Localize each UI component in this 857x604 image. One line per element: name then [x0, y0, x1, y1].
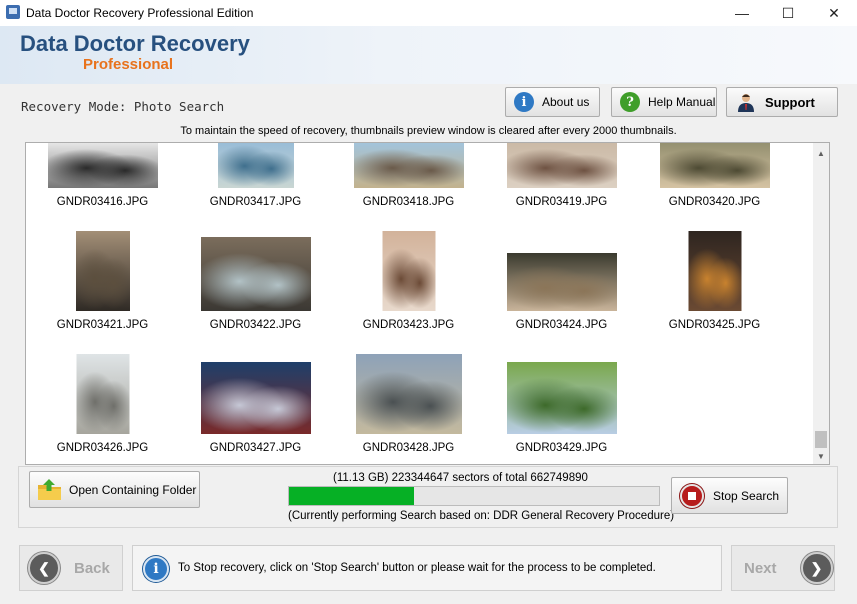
thumbnail-filename: GNDR03418.JPG [362, 196, 455, 208]
close-button[interactable]: ✕ [811, 0, 857, 26]
thumbnail-filename: GNDR03417.JPG [209, 196, 302, 208]
sectors-progress-text: (11.13 GB) 223344647 sectors of total 66… [333, 472, 588, 484]
thumbnail-item[interactable]: GNDR03419.JPG [485, 143, 638, 216]
thumbnail-image[interactable] [506, 253, 617, 311]
thumbnail-item[interactable]: GNDR03425.JPG [638, 219, 791, 339]
thumbnail-filename: GNDR03422.JPG [209, 319, 302, 331]
procedure-text: (Currently performing Search based on: D… [288, 510, 675, 522]
next-arrow-icon: ❯ [800, 552, 833, 584]
open-folder-button[interactable]: Open Containing Folder [29, 471, 200, 508]
thumbnail-filename: GNDR03423.JPG [362, 319, 455, 331]
thumbnail-filename: GNDR03424.JPG [515, 319, 608, 331]
thumbnail-filename: GNDR03420.JPG [668, 196, 761, 208]
thumbnail-image[interactable] [217, 143, 294, 188]
thumbnail-gallery[interactable]: GNDR03416.JPG GNDR03417.JPG GNDR03418.JPG G… [25, 142, 830, 465]
thumbnail-filename: GNDR03425.JPG [668, 319, 761, 331]
brand-title: Data Doctor Recovery [20, 31, 250, 56]
thumbnail-item[interactable]: GNDR03424.JPG [485, 219, 638, 339]
thumbnail-item[interactable]: GNDR03421.JPG [26, 219, 179, 339]
status-message-box: i To Stop recovery, click on 'Stop Searc… [132, 545, 722, 591]
about-us-label: About us [542, 95, 590, 109]
progress-fill [289, 487, 414, 505]
maximize-button[interactable]: ☐ [765, 0, 811, 26]
thumbnail-image[interactable] [382, 231, 435, 311]
support-agent-icon [738, 94, 754, 112]
about-us-button[interactable]: i About us [505, 87, 600, 117]
thumbnail-filename: GNDR03426.JPG [56, 442, 149, 454]
stop-icon [680, 483, 704, 508]
folder-arrow-icon [38, 478, 61, 500]
thumbnail-image[interactable] [353, 143, 464, 188]
thumbnail-item[interactable]: GNDR03423.JPG [332, 219, 485, 339]
thumbnail-item[interactable]: GNDR03429.JPG [485, 342, 638, 462]
support-button[interactable]: Support [726, 87, 838, 117]
thumbnail-item[interactable]: GNDR03426.JPG [26, 342, 179, 462]
thumbnail-image[interactable] [506, 362, 617, 434]
stop-search-button[interactable]: Stop Search [671, 477, 788, 514]
app-icon [6, 5, 20, 19]
thumbnail-image[interactable] [75, 231, 130, 311]
thumbnail-notice: To maintain the speed of recovery, thumb… [180, 125, 677, 137]
thumbnail-item[interactable]: GNDR03428.JPG [332, 342, 485, 462]
window-title: Data Doctor Recovery Professional Editio… [26, 6, 254, 20]
header-banner: Data Doctor Recovery Professional [0, 26, 857, 84]
thumbnail-image[interactable] [659, 143, 770, 188]
thumbnail-filename: GNDR03419.JPG [515, 196, 608, 208]
thumbnail-item[interactable]: GNDR03418.JPG [332, 143, 485, 216]
thumbnail-filename: GNDR03429.JPG [515, 442, 608, 454]
thumbnail-filename: GNDR03421.JPG [56, 319, 149, 331]
gallery-scrollbar[interactable]: ▲ ▼ [813, 143, 829, 464]
open-folder-label: Open Containing Folder [69, 482, 197, 497]
thumbnail-filename: GNDR03416.JPG [56, 196, 149, 208]
help-manual-button[interactable]: ? Help Manual [611, 87, 717, 117]
thumbnail-item[interactable]: GNDR03420.JPG [638, 143, 791, 216]
thumbnail-image[interactable] [355, 354, 462, 434]
recovery-progress-bar [288, 486, 660, 506]
thumbnail-image[interactable] [76, 354, 129, 434]
help-icon: ? [620, 92, 640, 112]
back-arrow-icon: ❮ [28, 552, 60, 584]
back-button[interactable]: ❮ Back [19, 545, 123, 591]
next-label: Next [744, 559, 777, 577]
thumbnail-item[interactable]: GNDR03427.JPG [179, 342, 332, 462]
support-label: Support [765, 94, 815, 110]
title-bar: Data Doctor Recovery Professional Editio… [0, 0, 857, 27]
thumbnail-image[interactable] [200, 237, 311, 311]
thumbnail-filename: GNDR03428.JPG [362, 442, 455, 454]
status-message: To Stop recovery, click on 'Stop Search'… [178, 562, 656, 574]
stop-search-label: Stop Search [713, 488, 780, 503]
thumbnail-image[interactable] [47, 143, 158, 188]
scroll-thumb[interactable] [815, 431, 827, 448]
help-manual-label: Help Manual [648, 95, 716, 109]
info-icon: i [143, 556, 169, 582]
recovery-mode-label: Recovery Mode: Photo Search [21, 99, 225, 114]
brand-subtitle: Professional [83, 56, 174, 73]
thumbnail-image[interactable] [688, 231, 741, 311]
thumbnail-item[interactable]: GNDR03416.JPG [26, 143, 179, 216]
thumbnail-item[interactable]: GNDR03422.JPG [179, 219, 332, 339]
thumbnail-filename: GNDR03427.JPG [209, 442, 302, 454]
scroll-down-icon[interactable]: ▼ [813, 448, 829, 464]
thumbnail-image[interactable] [200, 362, 311, 434]
next-button[interactable]: Next ❯ [731, 545, 835, 591]
scroll-up-icon[interactable]: ▲ [813, 145, 829, 161]
minimize-button[interactable]: — [719, 0, 765, 26]
thumbnail-image[interactable] [506, 143, 617, 188]
thumbnail-item[interactable]: GNDR03417.JPG [179, 143, 332, 216]
back-label: Back [74, 559, 110, 577]
info-icon: i [514, 92, 534, 112]
